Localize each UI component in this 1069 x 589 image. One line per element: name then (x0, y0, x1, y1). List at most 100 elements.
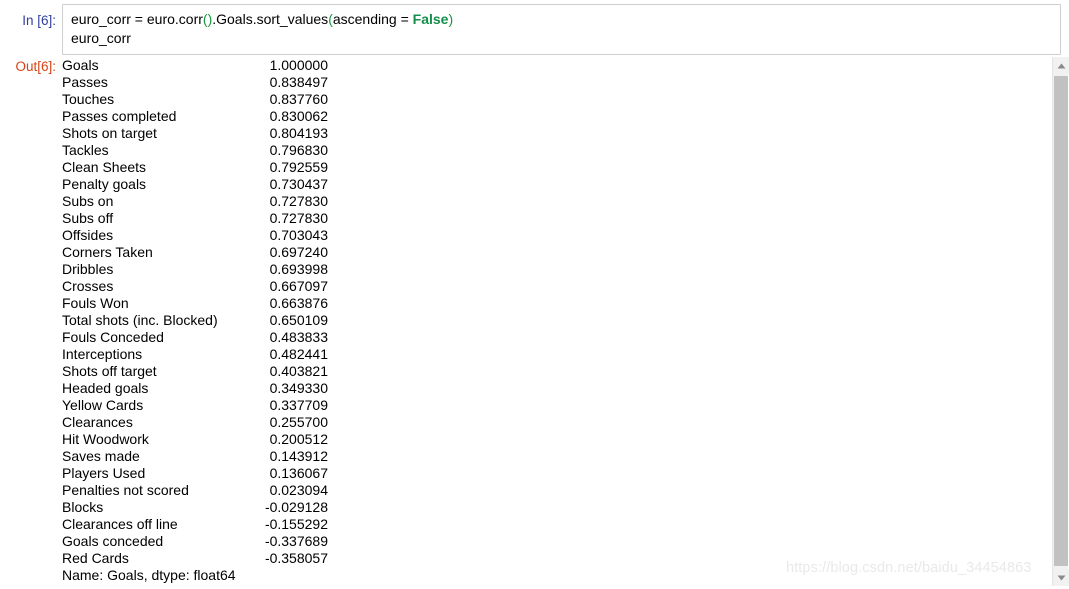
output-vertical-scrollbar[interactable] (1052, 57, 1069, 586)
series-row-label: Offsides (62, 227, 184, 243)
code-token-3: .Goals.sort_values (212, 11, 329, 27)
output-scroll-region[interactable]: Goals 1.000000 Passes 0.838497 Touches 0.8… (62, 55, 1069, 589)
series-row-value: 0.650109 (265, 312, 328, 328)
series-row-value: 0.837760 (265, 91, 328, 107)
code-token-7: ) (448, 11, 454, 27)
series-row-value: 0.792559 (265, 159, 328, 175)
series-row: Fouls Conceded 0.483833 (62, 329, 1069, 346)
series-row-label: Tackles (62, 142, 183, 158)
series-row-value: 0.483833 (265, 329, 328, 345)
series-row: Shots on target 0.804193 (62, 125, 1069, 142)
series-row-value: 0.255700 (265, 414, 328, 430)
triangle-down-icon (1057, 575, 1066, 581)
series-row: Hit Woodwork 0.200512 (62, 431, 1069, 448)
scrollbar-thumb[interactable] (1054, 76, 1068, 566)
code-line-1: euro_corr = euro.corr().Goals.sort_value… (71, 10, 1052, 29)
series-row-value: 0.667097 (265, 278, 328, 294)
series-row-value: -0.337689 (264, 533, 328, 549)
series-row-label: Penalties not scored (62, 482, 213, 498)
watermark: https://blog.csdn.net/baidu_34454863 (786, 560, 1032, 576)
input-cell: In [6]: euro_corr = euro.corr().Goals.so… (0, 4, 1069, 55)
series-row: Tackles 0.796830 (62, 142, 1069, 159)
series-row-value: 0.830062 (265, 108, 328, 124)
series-row-label: Interceptions (62, 346, 193, 362)
scroll-down-button[interactable] (1053, 569, 1069, 586)
series-row-value: 0.403821 (265, 363, 328, 379)
series-row-value: 0.337709 (265, 397, 328, 413)
series-row-label: Players Used (62, 465, 200, 481)
triangle-up-icon (1057, 63, 1066, 69)
series-row-value: 0.482441 (265, 346, 328, 362)
series-row: Total shots (inc. Blocked) 0.650109 (62, 312, 1069, 329)
series-row-label: Clean Sheets (62, 159, 201, 175)
series-row: Goals 1.000000 (62, 57, 1069, 74)
code-token-5: ascending = (332, 11, 413, 27)
output-prompt: Out[6]: (15, 59, 56, 74)
input-prompt: In [6]: (22, 13, 56, 28)
code-token-6: False (412, 11, 449, 27)
series-row-label: Subs on (62, 193, 188, 209)
series-row: Penalty goals 0.730437 (62, 176, 1069, 193)
output-cell: Out[6]: Goals 1.000000 Passes 0.838497 Tou… (0, 55, 1069, 589)
series-row-label: Goals conceded (62, 533, 210, 549)
series-row-label: Yellow Cards (62, 397, 198, 413)
series-row-label: Fouls Conceded (62, 329, 211, 345)
series-row-label: Shots off target (62, 363, 196, 379)
series-row-label: Crosses (62, 278, 188, 294)
series-row-label: Clearances off line (62, 516, 205, 532)
series-row-value: 0.697240 (265, 244, 328, 260)
series-row-value: 0.143912 (265, 448, 328, 464)
series-row-value: 0.693998 (265, 261, 328, 277)
series-row-label: Blocks (62, 499, 182, 515)
series-row-value: -0.029128 (264, 499, 328, 515)
series-row-value: 0.727830 (265, 210, 328, 226)
series-row: Penalties not scored 0.023094 (62, 482, 1069, 499)
series-row-label: Red Cards (62, 550, 196, 566)
series-row-label: Penalty goals (62, 176, 197, 192)
series-row-value: 0.349330 (265, 380, 328, 396)
series-row: Subs on 0.727830 (62, 193, 1069, 210)
series-row-label: Fouls Won (62, 295, 195, 311)
code-token-1: euro_corr (71, 30, 131, 46)
series-row-value: -0.358057 (264, 550, 328, 566)
series-row: Dribbles 0.693998 (62, 261, 1069, 278)
series-row-label: Total shots (inc. Blocked) (62, 312, 218, 328)
series-row: Corners Taken 0.697240 (62, 244, 1069, 261)
scroll-up-button[interactable] (1053, 57, 1069, 74)
series-row-label: Hit Woodwork (62, 431, 204, 447)
series-row-value: 1.000000 (265, 57, 328, 73)
series-row-value: 0.796830 (265, 142, 328, 158)
series-row: Subs off 0.727830 (62, 210, 1069, 227)
series-row: Touches 0.837760 (62, 91, 1069, 108)
series-row-value: 0.703043 (265, 227, 328, 243)
code-line-2: euro_corr (71, 29, 1052, 48)
series-row-label: Headed goals (62, 380, 203, 396)
series-row: Headed goals 0.349330 (62, 380, 1069, 397)
series-row: Crosses 0.667097 (62, 278, 1069, 295)
code-token-1: euro_corr = euro.corr (71, 11, 203, 27)
series-row-label: Passes (62, 74, 186, 90)
series-row-value: 0.838497 (265, 74, 328, 90)
series-output: Goals 1.000000 Passes 0.838497 Touches 0.8… (62, 55, 1069, 584)
series-row: Yellow Cards 0.337709 (62, 397, 1069, 414)
series-row: Passes completed 0.830062 (62, 108, 1069, 125)
series-row: Shots off target 0.403821 (62, 363, 1069, 380)
series-row: Clearances 0.255700 (62, 414, 1069, 431)
series-row-value: 0.023094 (265, 482, 328, 498)
series-row: Clean Sheets 0.792559 (62, 159, 1069, 176)
series-row-label: Subs off (62, 210, 184, 226)
series-row-label: Dribbles (62, 261, 184, 277)
series-row-value: -0.155292 (264, 516, 328, 532)
series-row-label: Goals (62, 57, 181, 73)
series-row-label: Passes completed (62, 108, 216, 124)
series-row-value: 0.200512 (265, 431, 328, 447)
code-token-2: () (202, 11, 213, 27)
series-row-label: Corners Taken (62, 244, 204, 260)
code-editor[interactable]: euro_corr = euro.corr().Goals.sort_value… (62, 4, 1061, 55)
series-row: Offsides 0.703043 (62, 227, 1069, 244)
series-row: Passes 0.838497 (62, 74, 1069, 91)
series-row-value: 0.804193 (265, 125, 328, 141)
series-row: Interceptions 0.482441 (62, 346, 1069, 363)
series-row-label: Touches (62, 91, 189, 107)
series-row: Blocks -0.029128 (62, 499, 1069, 516)
